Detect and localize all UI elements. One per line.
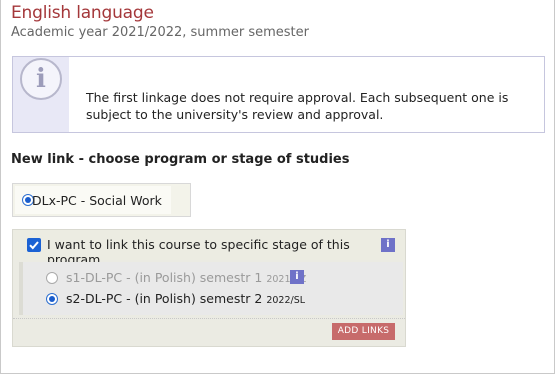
stage-list-rail xyxy=(19,262,23,315)
stage-option-info-icon[interactable]: i xyxy=(381,238,395,252)
stage-1-radio[interactable] xyxy=(46,272,58,284)
approval-notice: i The first linkage does not require app… xyxy=(12,56,545,133)
stage-1-label: s1-DL-PC - (in Polish) semestr 1 xyxy=(66,270,263,285)
program-label: DLx-PC - Social Work xyxy=(32,193,162,208)
divider xyxy=(13,318,405,319)
academic-period: Academic year 2021/2022, summer semester xyxy=(11,25,309,40)
add-links-button[interactable]: ADD LINKS xyxy=(332,323,395,340)
stage-2-year: 2022/SL xyxy=(266,295,306,306)
stage-2-radio[interactable] xyxy=(46,293,58,305)
stage-option-header: I want to link this course to specific s… xyxy=(13,230,405,267)
course-link-panel: English language Academic year 2021/2022… xyxy=(0,0,555,374)
new-link-heading: New link - choose program or stage of st… xyxy=(11,152,350,167)
info-icon: i xyxy=(20,58,62,100)
course-title: English language xyxy=(11,3,154,23)
stage-1-info-icon[interactable]: i xyxy=(290,270,304,284)
stage-2-row: s2-DL-PC - (in Polish) semestr 2 2022/SL xyxy=(66,291,305,306)
notice-icon-column: i xyxy=(13,57,69,132)
stage-selection-box: I want to link this course to specific s… xyxy=(12,229,406,347)
notice-text: The first linkage does not require appro… xyxy=(86,90,509,122)
stage-1-row: s1-DL-PC - (in Polish) semestr 1 2021/SZ xyxy=(66,270,306,285)
link-to-stage-checkbox[interactable] xyxy=(27,238,41,252)
stage-2-label: s2-DL-PC - (in Polish) semestr 2 xyxy=(66,291,263,306)
checkmark-icon xyxy=(29,241,39,250)
